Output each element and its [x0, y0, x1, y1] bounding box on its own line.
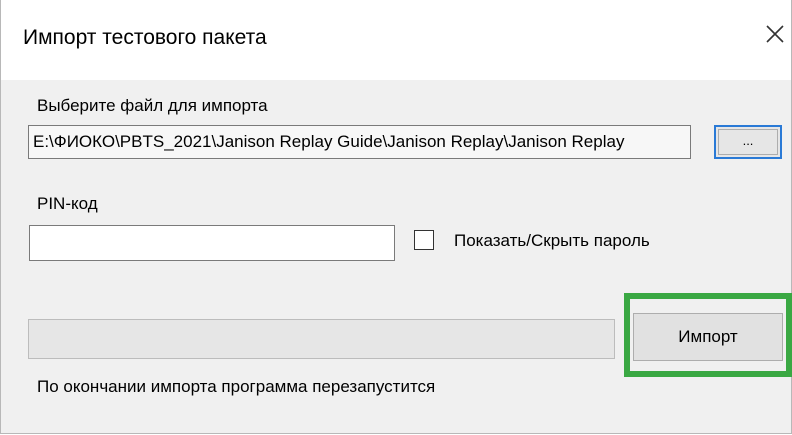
browse-button-focus-border	[718, 129, 778, 155]
import-progress-bar	[28, 319, 615, 359]
import-dialog: Импорт тестового пакета Выберите файл дл…	[0, 0, 792, 434]
show-password-label[interactable]: Показать/Скрыть пароль	[454, 231, 650, 251]
file-label: Выберите файл для импорта	[37, 96, 268, 115]
browse-button[interactable]: ...	[714, 125, 782, 159]
restart-notice: По окончании импорта программа перезапус…	[37, 377, 436, 396]
import-button[interactable]: Импорт	[633, 313, 783, 361]
file-path-field[interactable]: E:\ФИОКО\PBTS_2021\Janison Replay Guide\…	[28, 125, 691, 159]
close-icon[interactable]	[761, 20, 789, 48]
title-bar: Импорт тестового пакета	[1, 0, 791, 80]
pin-label: PIN-код	[37, 194, 98, 213]
show-password-checkbox[interactable]	[414, 230, 434, 250]
dialog-title: Импорт тестового пакета	[23, 26, 267, 49]
pin-input[interactable]	[29, 225, 395, 261]
